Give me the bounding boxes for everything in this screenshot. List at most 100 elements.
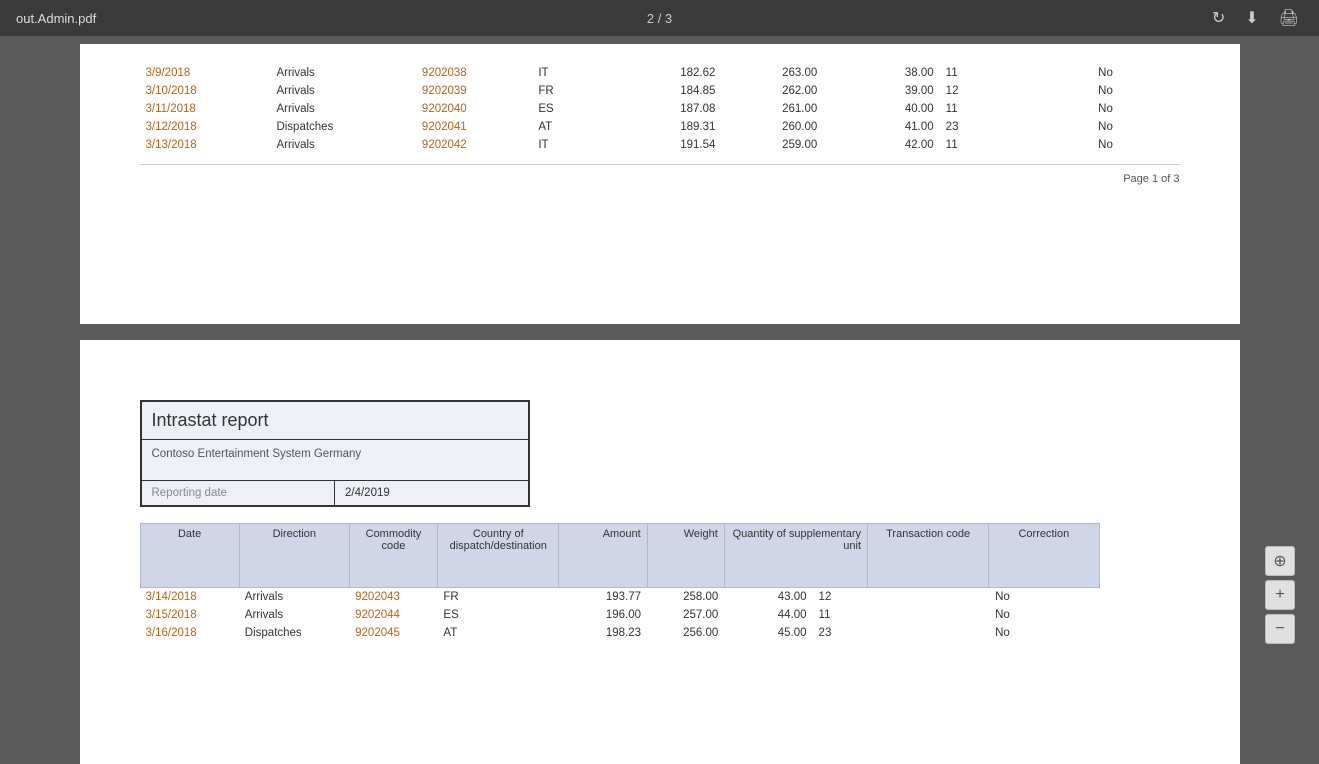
- cell-qty: 45.00: [724, 624, 812, 642]
- cell-country: ES: [437, 606, 558, 624]
- cell-country: IT: [532, 64, 605, 82]
- cell-date: 3/11/2018: [140, 100, 271, 118]
- cell-corr: No: [1092, 100, 1179, 118]
- zoom-out-button[interactable]: −: [1265, 614, 1295, 644]
- page1-table: 3/9/2018 Arrivals 9202038 IT 182.62 263.…: [140, 64, 1180, 154]
- table-row: 3/13/2018 Arrivals 9202042 IT 191.54 259…: [140, 136, 1180, 154]
- zoom-in-icon: +: [1275, 586, 1284, 604]
- cell-qty: 40.00: [823, 100, 939, 118]
- print-icon[interactable]: 🖨: [1279, 8, 1299, 28]
- cell-trans: [868, 624, 989, 642]
- cell-date: 3/15/2018: [140, 606, 239, 624]
- report-company-row: Contoso Entertainment System Germany: [142, 440, 528, 481]
- cell-supp: 11: [940, 100, 976, 118]
- table-row: 3/14/2018 Arrivals 9202043 FR 193.77 258…: [140, 588, 1100, 606]
- cell-date: 3/16/2018: [140, 624, 239, 642]
- cell-weight: 256.00: [647, 624, 724, 642]
- cell-date: 3/14/2018: [140, 588, 239, 606]
- cell-trans: [976, 64, 1092, 82]
- company-name: Contoso Entertainment System Germany: [152, 448, 362, 460]
- cell-trans: [868, 606, 989, 624]
- cell-weight: 260.00: [721, 118, 823, 136]
- report-header-box: Intrastat report Contoso Entertainment S…: [140, 400, 530, 507]
- footer-text: Page 1 of 3: [1123, 173, 1179, 185]
- pdf-viewer[interactable]: 3/9/2018 Arrivals 9202038 IT 182.62 263.…: [0, 36, 1319, 764]
- cell-amount: 184.85: [605, 82, 721, 100]
- cell-date: 3/10/2018: [140, 82, 271, 100]
- cell-direction: Arrivals: [270, 100, 415, 118]
- cell-weight: 258.00: [647, 588, 724, 606]
- cell-country: ES: [532, 100, 605, 118]
- cell-weight: 263.00: [721, 64, 823, 82]
- cell-code: 9202044: [349, 606, 437, 624]
- cell-code: 9202040: [416, 100, 532, 118]
- cell-weight: 261.00: [721, 100, 823, 118]
- cell-country: FR: [532, 82, 605, 100]
- cell-amount: 187.08: [605, 100, 721, 118]
- cell-corr: No: [1092, 64, 1179, 82]
- toolbar: out.Admin.pdf 2 / 3 ↻ ⬇ 🖨: [0, 0, 1319, 36]
- cell-amount: 196.00: [559, 606, 647, 624]
- cell-supp: 23: [940, 118, 976, 136]
- cell-qty: 44.00: [724, 606, 812, 624]
- cell-supp: 12: [940, 82, 976, 100]
- cell-supp: 11: [940, 64, 976, 82]
- cell-date: 3/13/2018: [140, 136, 271, 154]
- report-date-row: Reporting date 2/4/2019: [142, 481, 528, 505]
- cell-country: AT: [532, 118, 605, 136]
- cell-supp: 11: [813, 606, 868, 624]
- table-row: 3/9/2018 Arrivals 9202038 IT 182.62 263.…: [140, 64, 1180, 82]
- th-country: Country of dispatch/destination: [438, 524, 559, 588]
- cell-code: 9202041: [416, 118, 532, 136]
- cell-qty: 42.00: [823, 136, 939, 154]
- cell-amount: 191.54: [605, 136, 721, 154]
- cell-corr: No: [989, 624, 1099, 642]
- reporting-date-value: 2/4/2019: [335, 481, 528, 505]
- cell-weight: 259.00: [721, 136, 823, 154]
- pdf-page-1: 3/9/2018 Arrivals 9202038 IT 182.62 263.…: [80, 44, 1240, 324]
- cell-direction: Dispatches: [270, 118, 415, 136]
- cell-trans: [976, 100, 1092, 118]
- th-weight: Weight: [647, 524, 724, 588]
- cell-code: 9202043: [349, 588, 437, 606]
- th-quantity: Quantity of supplementary unit: [724, 524, 867, 588]
- table-row: 3/10/2018 Arrivals 9202039 FR 184.85 262…: [140, 82, 1180, 100]
- cell-amount: 182.62: [605, 64, 721, 82]
- zoom-in-button[interactable]: +: [1265, 580, 1295, 610]
- zoom-out-icon: −: [1275, 620, 1284, 638]
- cell-weight: 257.00: [647, 606, 724, 624]
- cell-trans: [976, 118, 1092, 136]
- side-buttons: ⊕ + −: [1265, 546, 1295, 644]
- th-amount: Amount: [559, 524, 647, 588]
- cell-direction: Arrivals: [239, 606, 349, 624]
- cell-corr: No: [1092, 118, 1179, 136]
- cell-date: 3/9/2018: [140, 64, 271, 82]
- cell-corr: No: [1092, 136, 1179, 154]
- reporting-date-label: Reporting date: [142, 481, 336, 505]
- cell-direction: Arrivals: [239, 588, 349, 606]
- cell-direction: Arrivals: [270, 136, 415, 154]
- cell-country: IT: [532, 136, 605, 154]
- cell-corr: No: [989, 588, 1099, 606]
- download-icon[interactable]: ⬇: [1245, 8, 1258, 28]
- filename-label: out.Admin.pdf: [16, 11, 96, 26]
- table-row: 3/16/2018 Dispatches 9202045 AT 198.23 2…: [140, 624, 1100, 642]
- fit-button[interactable]: ⊕: [1265, 546, 1295, 576]
- table-row: 3/11/2018 Arrivals 9202040 ES 187.08 261…: [140, 100, 1180, 118]
- page-indicator: 2 / 3: [647, 11, 672, 26]
- cell-qty: 39.00: [823, 82, 939, 100]
- cell-code: 9202045: [349, 624, 437, 642]
- refresh-icon[interactable]: ↻: [1212, 8, 1225, 28]
- page2-table: 3/14/2018 Arrivals 9202043 FR 193.77 258…: [140, 588, 1100, 642]
- cell-amount: 189.31: [605, 118, 721, 136]
- toolbar-icons: ↻ ⬇ 🖨: [1212, 8, 1299, 28]
- cell-direction: Arrivals: [270, 64, 415, 82]
- cell-weight: 262.00: [721, 82, 823, 100]
- cell-country: AT: [437, 624, 558, 642]
- cell-date: 3/12/2018: [140, 118, 271, 136]
- cell-supp: 23: [813, 624, 868, 642]
- cell-country: FR: [437, 588, 558, 606]
- th-commodity-code: Commodity code: [349, 524, 437, 588]
- cell-direction: Arrivals: [270, 82, 415, 100]
- cell-trans: [976, 136, 1092, 154]
